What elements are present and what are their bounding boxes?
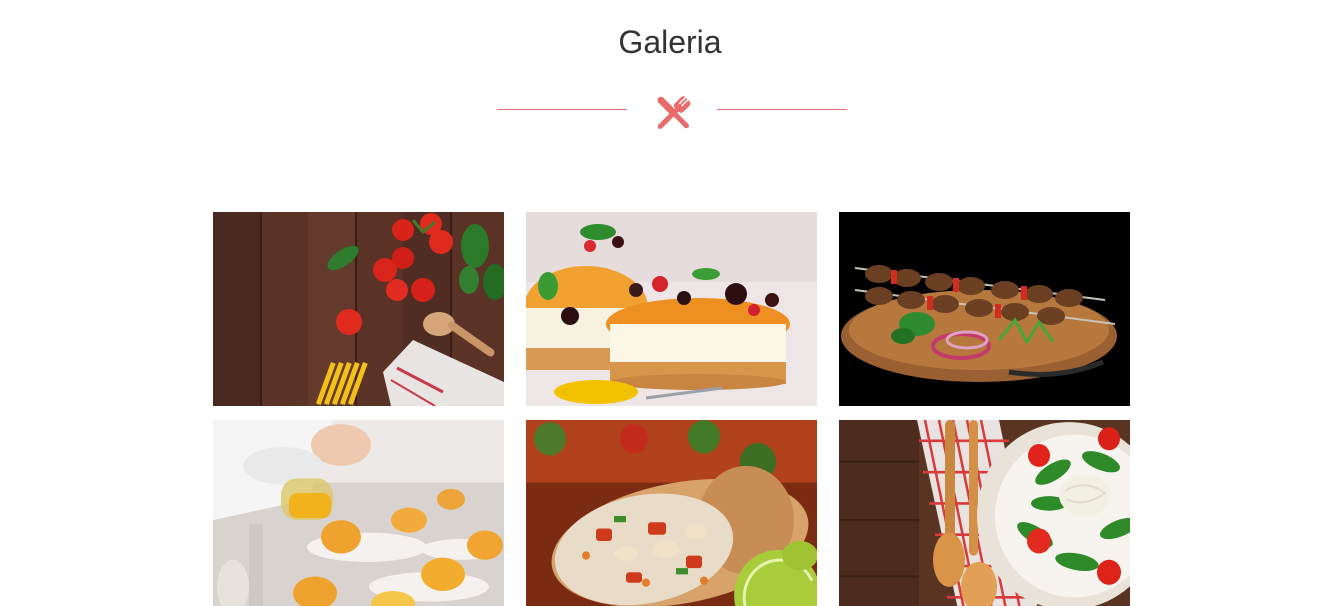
cheesecake-photo[interactable] [526,212,817,406]
salad-photo[interactable] [839,420,1130,606]
tomatoes-pasta-photo[interactable] [213,212,504,406]
chef-plating-photo[interactable] [213,420,504,606]
section-title: Galeria [618,24,722,60]
skewers-photo[interactable] [839,212,1130,406]
gallery-section: Galeria [0,0,1340,606]
photo-gallery-grid [213,212,1130,606]
fork-knife-icon [650,90,696,136]
divider-line-left [497,109,627,110]
divider-line-right [717,109,847,110]
burrito-photo[interactable] [526,420,817,606]
